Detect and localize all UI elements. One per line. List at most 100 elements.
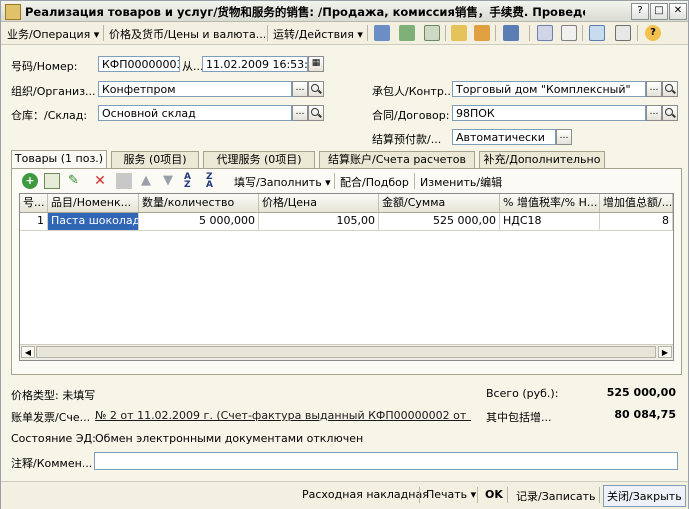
print-menu[interactable]: Печать ▾	[426, 488, 476, 501]
refresh-icon[interactable]	[399, 25, 415, 41]
contract-label: 合同/Договор:	[372, 109, 450, 122]
vat-included-value: 80 084,75	[614, 408, 676, 421]
warehouse-label: 仓库：/Склад:	[11, 109, 88, 122]
column-header[interactable]: % 增值税率/% Н...	[500, 194, 600, 212]
goods-table: 号... 品目/Номенк... 数量/количество 价格/Цена …	[19, 193, 674, 361]
close-form-button[interactable]: 关闭/Закрыть	[603, 485, 686, 507]
prepay-field[interactable]: Автоматически	[452, 129, 556, 145]
invoice-link[interactable]: № 2 от 11.02.2009 г. (Счет-фактура выдан…	[95, 409, 471, 422]
notes-icon[interactable]	[561, 25, 577, 41]
prepay-label: 结算预付款/...	[372, 133, 442, 146]
move-up-icon[interactable]: ▲	[138, 173, 154, 189]
warehouse-select-button[interactable]: …	[292, 105, 308, 121]
pick-button[interactable]: 配合/Подбор	[340, 174, 409, 190]
contract-open-icon[interactable]	[662, 105, 678, 121]
ok-button[interactable]: OK	[485, 488, 503, 501]
scroll-thumb[interactable]	[36, 346, 656, 358]
vat-rate-cell[interactable]: НДС18	[500, 213, 600, 230]
edo-status: Обмен электронными документами отключен	[95, 432, 364, 445]
copy-row-icon[interactable]	[44, 173, 60, 189]
waybill-button[interactable]: Расходная накладная	[302, 488, 429, 501]
org-select-button[interactable]: …	[292, 81, 308, 97]
column-header[interactable]: 号...	[20, 194, 48, 212]
edo-label: Состояние ЭД:	[11, 432, 96, 445]
dt-kt-icon[interactable]	[537, 25, 553, 41]
vat-sum-cell[interactable]: 8	[600, 213, 673, 230]
close-button[interactable]: ✕	[669, 3, 687, 20]
column-header[interactable]: 增加值总额/...	[600, 194, 673, 212]
org-label: 组织/Организ...	[11, 85, 96, 98]
goods-panel: + ✎ ✕ ▲ ▼ AZ ZA 填写/Заполнить ▾ 配合/Подбор…	[11, 168, 682, 375]
total-label: Всего (руб.):	[486, 387, 559, 400]
operation-menu[interactable]: 业务/Операция ▾	[7, 26, 99, 42]
scroll-right-icon[interactable]: ▶	[658, 346, 672, 358]
comment-field[interactable]	[94, 452, 678, 470]
bottom-bar: Расходная накладная Печать ▾ OK 记录/Запис…	[1, 481, 688, 509]
actions-menu[interactable]: 运转/Действия ▾	[273, 26, 363, 42]
warehouse-field[interactable]: Основной склад	[98, 105, 292, 121]
go-icon[interactable]	[503, 25, 519, 41]
edit-button[interactable]: Изменить/编辑	[420, 174, 502, 190]
tab-accounts[interactable]: 结算账户/Счета расчетов	[319, 151, 475, 168]
move-icon[interactable]	[374, 25, 390, 41]
table-row[interactable]: 1 Паста шоколадная 5 000,000 105,00 525 …	[20, 213, 673, 231]
contractor-field[interactable]: Торговый дом "Комплексный"	[452, 81, 646, 97]
number-label: 号码/Номер:	[11, 60, 78, 73]
filter-icon[interactable]	[589, 25, 605, 41]
contractor-select-button[interactable]: …	[646, 81, 662, 97]
org-open-icon[interactable]	[308, 81, 324, 97]
title-bar: Реализация товаров и услуг/货物和服务的销售: /Пр…	[1, 1, 688, 22]
price-type-label[interactable]: 价格类型: 未填写	[11, 387, 95, 403]
tab-additional[interactable]: 补充/Дополнительно	[479, 151, 605, 168]
contractor-open-icon[interactable]	[662, 81, 678, 97]
column-header[interactable]: 数量/количество	[139, 194, 259, 212]
save-button[interactable]: 记录/Записать	[516, 488, 596, 504]
window-title: Реализация товаров и услуг/货物和服务的销售: /Пр…	[25, 5, 585, 19]
fill-menu[interactable]: 填写/Заполнить ▾	[234, 174, 331, 190]
report-icon[interactable]	[474, 25, 490, 41]
edit-row-icon[interactable]: ✎	[68, 173, 84, 189]
item-cell[interactable]: Паста шоколадная	[48, 213, 139, 230]
structure-icon[interactable]	[451, 25, 467, 41]
prepay-select-button[interactable]: …	[556, 129, 572, 145]
tab-services[interactable]: 服务 (0项目)	[111, 151, 199, 168]
from-label: 从...	[182, 60, 204, 73]
org-field[interactable]: Конфетпром	[98, 81, 292, 97]
column-header[interactable]: 价格/Цена	[259, 194, 379, 212]
move-down-icon[interactable]: ▼	[160, 173, 176, 189]
vat-included-label: 其中包括增...	[486, 411, 552, 424]
grid-toolbar: + ✎ ✕ ▲ ▼ AZ ZA 填写/Заполнить ▾ 配合/Подбор…	[12, 169, 681, 193]
sort-asc-icon[interactable]: AZ	[184, 173, 200, 190]
row-number-cell[interactable]: 1	[20, 213, 48, 230]
column-header[interactable]: 品目/Номенк...	[48, 194, 139, 212]
calendar-icon[interactable]: ▦	[308, 56, 324, 72]
warehouse-open-icon[interactable]	[308, 105, 324, 121]
comment-label: 注释/Коммен...	[11, 457, 93, 470]
list-icon[interactable]	[615, 25, 631, 41]
document-icon	[5, 4, 21, 20]
document-window: Реализация товаров и услуг/货物和服务的销售: /Пр…	[0, 0, 689, 509]
contract-field[interactable]: 98ПОК	[452, 105, 646, 121]
date-field[interactable]: 11.02.2009 16:53:03	[202, 56, 308, 72]
tab-goods[interactable]: Товары (1 поз.)	[11, 150, 107, 168]
maximize-button[interactable]: □	[650, 3, 668, 20]
copy-icon[interactable]	[424, 25, 440, 41]
save-row-icon[interactable]	[116, 173, 132, 189]
price-cell[interactable]: 105,00	[259, 213, 379, 230]
scroll-left-icon[interactable]: ◀	[21, 346, 35, 358]
horizontal-scrollbar[interactable]: ◀ ▶	[20, 344, 673, 360]
quantity-cell[interactable]: 5 000,000	[139, 213, 259, 230]
contract-select-button[interactable]: …	[646, 105, 662, 121]
help-icon[interactable]: ?	[645, 25, 661, 41]
number-field[interactable]: КФП00000003	[98, 56, 180, 72]
column-header[interactable]: 金额/Сумма	[379, 194, 500, 212]
delete-row-icon[interactable]: ✕	[92, 173, 108, 189]
tab-agent-services[interactable]: 代理服务 (0项目)	[203, 151, 315, 168]
table-header: 号... 品目/Номенк... 数量/количество 价格/Цена …	[20, 194, 673, 213]
prices-menu[interactable]: 价格及货币/Цены и валюта...	[109, 26, 266, 42]
add-row-icon[interactable]: +	[22, 173, 38, 189]
sort-desc-icon[interactable]: ZA	[206, 173, 222, 190]
help-button[interactable]: ?	[631, 3, 649, 20]
sum-cell[interactable]: 525 000,00	[379, 213, 500, 230]
contractor-label: 承包人/Контр...	[372, 85, 455, 98]
